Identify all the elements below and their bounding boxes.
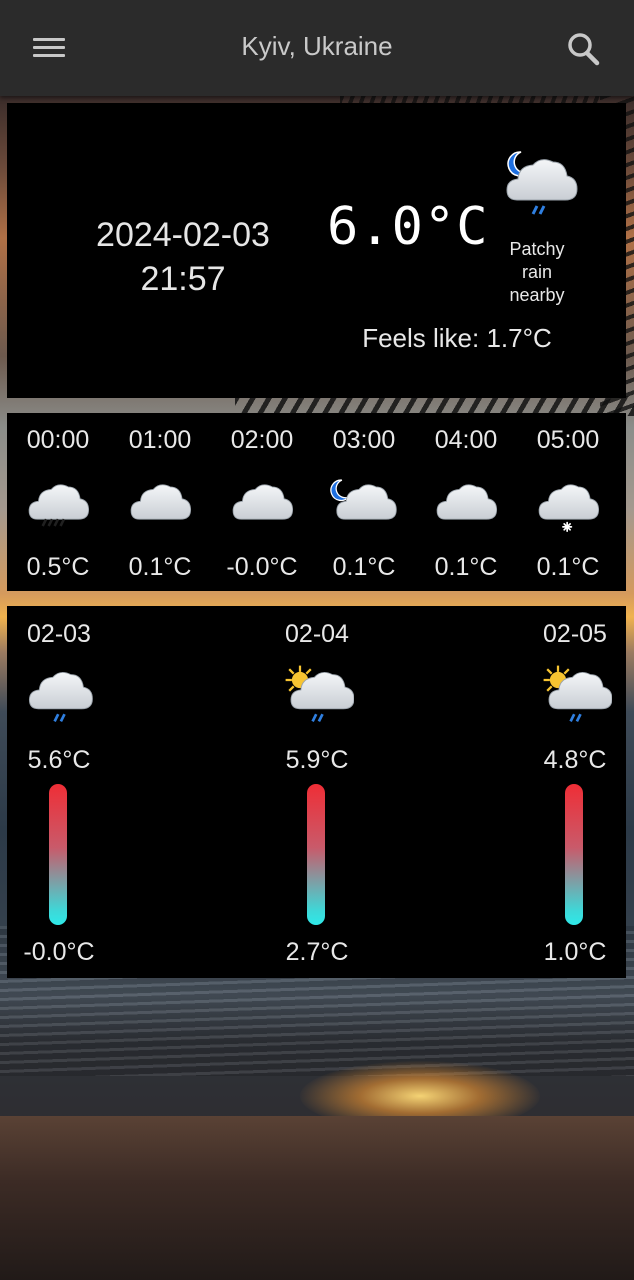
daily-item: 02-04 5.9°C 2.7°C xyxy=(265,606,369,978)
hourly-item: 05:00 0.1°C xyxy=(517,413,619,591)
day-low-temperature: 2.7°C xyxy=(285,938,349,966)
day-high-temperature: 4.8°C xyxy=(543,746,607,774)
cloud-icon xyxy=(436,484,498,520)
app-bar: Kyiv, Ukraine xyxy=(0,0,634,96)
hour-time: 04:00 xyxy=(434,426,498,454)
daily-item: 02-05 4.8°C 1.0°C xyxy=(523,606,627,978)
day-high-temperature: 5.9°C xyxy=(285,746,349,774)
hourly-item: 00:00 0.5°C xyxy=(7,413,109,591)
sun-cloud-rain-icon xyxy=(543,665,612,723)
daily-forecast-card: 02-03 5.6°C -0.0°C 02-04 5.9°C 2.7°C 02-… xyxy=(7,606,626,978)
day-date: 02-04 xyxy=(285,620,349,648)
current-condition: Patchy rain nearby xyxy=(493,238,581,307)
day-high-temperature: 5.6°C xyxy=(27,746,91,774)
hourly-item: 04:00 0.1°C xyxy=(415,413,517,591)
search-icon[interactable] xyxy=(560,26,606,72)
day-date: 02-03 xyxy=(27,620,91,648)
day-date: 02-05 xyxy=(543,620,607,648)
hour-temperature: 0.5°C xyxy=(26,553,90,581)
temperature-range-bar xyxy=(307,784,325,925)
cloud-icon xyxy=(232,484,294,520)
daily-item: 02-03 5.6°C -0.0°C xyxy=(7,606,111,978)
current-temperature: 6.0°C xyxy=(327,197,489,257)
hour-temperature: 0.1°C xyxy=(332,553,396,581)
day-low-temperature: -0.0°C xyxy=(23,938,95,966)
condition-line: rain xyxy=(521,262,552,282)
moon-cloud-rain-icon xyxy=(506,151,578,215)
cloud-icon xyxy=(130,484,192,520)
hourly-item: 01:00 0.1°C xyxy=(109,413,211,591)
hour-temperature: 0.1°C xyxy=(536,553,600,581)
current-time: 21:57 xyxy=(140,260,226,298)
cloud-rain-icon xyxy=(28,671,93,723)
condition-line: nearby xyxy=(509,285,565,305)
condition-line: Patchy xyxy=(509,239,565,259)
location-title[interactable]: Kyiv, Ukraine xyxy=(120,31,514,62)
hour-time: 05:00 xyxy=(536,426,600,454)
current-weather-card: 2024-02-03 21:57 6.0°C Patchy rain nearb… xyxy=(7,103,626,398)
hour-time: 00:00 xyxy=(26,426,90,454)
hour-time: 01:00 xyxy=(128,426,192,454)
sun-cloud-rain-icon xyxy=(285,665,354,723)
hour-time: 02:00 xyxy=(230,426,294,454)
hourly-forecast-card[interactable]: 00:00 0.5°C 01:00 0.1°C 02:00 -0.0°C 03:… xyxy=(7,413,626,591)
hourly-item: 03:00 0.1°C xyxy=(313,413,415,591)
hourly-item: 02:00 -0.0°C xyxy=(211,413,313,591)
day-low-temperature: 1.0°C xyxy=(543,938,607,966)
temperature-range-bar xyxy=(49,784,67,925)
cloud-rain-icon xyxy=(28,484,90,527)
current-date: 2024-02-03 xyxy=(96,216,270,254)
cloud-snow-icon xyxy=(538,484,600,532)
hour-time: 03:00 xyxy=(332,426,396,454)
temperature-range-bar xyxy=(565,784,583,925)
current-datetime: 2024-02-03 21:57 xyxy=(83,213,283,301)
hour-temperature: -0.0°C xyxy=(226,553,298,581)
feels-like: Feels like: 1.7°C xyxy=(362,323,552,353)
hour-temperature: 0.1°C xyxy=(434,553,498,581)
hamburger-menu-icon[interactable] xyxy=(22,26,76,70)
moon-cloud-icon xyxy=(330,479,397,520)
hour-temperature: 0.1°C xyxy=(128,553,192,581)
beach-sand xyxy=(0,1116,634,1280)
